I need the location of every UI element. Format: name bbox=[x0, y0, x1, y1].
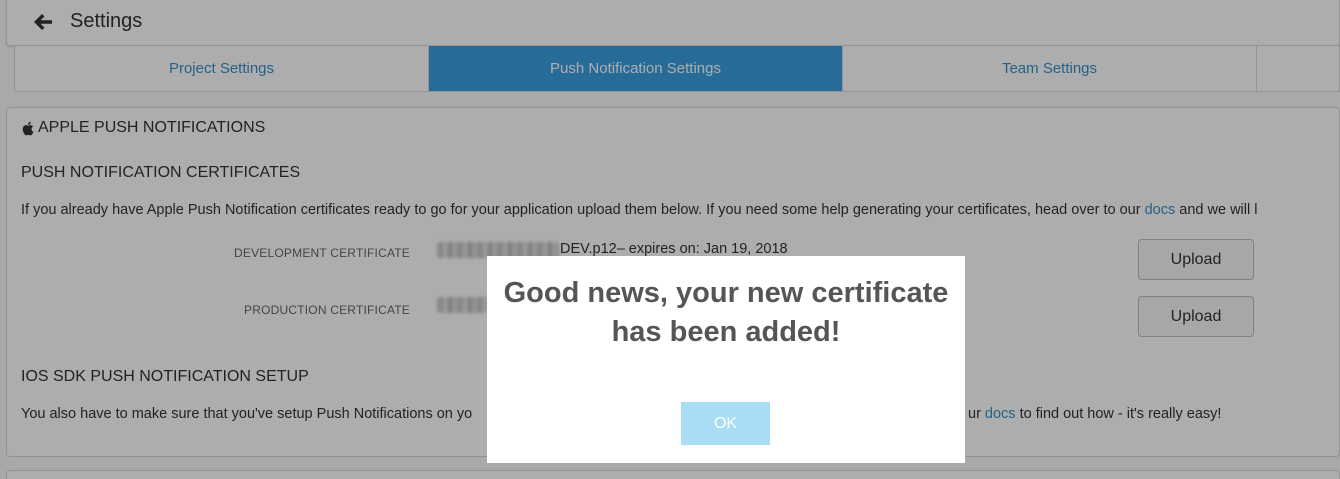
success-dialog: Good news, your new certificate has been… bbox=[487, 256, 965, 463]
dialog-message: Good news, your new certificate has been… bbox=[503, 277, 949, 348]
ok-button[interactable]: OK bbox=[681, 402, 770, 445]
